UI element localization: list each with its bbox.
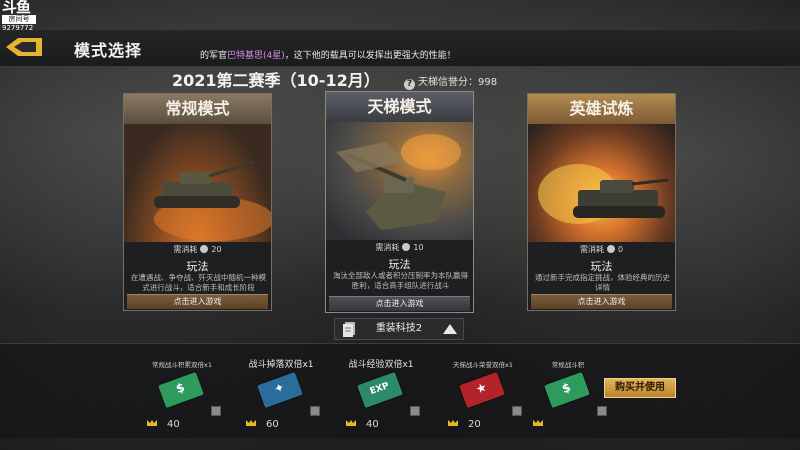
enter-game-button[interactable]: 点击进入游戏 [531, 294, 672, 309]
price-value: 60 [266, 419, 279, 430]
booster-item[interactable]: 战斗经验双倍x1 EXP 40 [326, 357, 436, 437]
ladder-score-label: 天梯信誉分：998 [418, 77, 498, 88]
mode-description: 淘汰全部敌人或者积分压制率为本队赢得胜利，适合高手组队进行战斗 [333, 271, 468, 290]
tank-artwork [124, 124, 271, 242]
money-ticket-icon: $ [544, 371, 590, 409]
booster-checkbox[interactable] [211, 406, 221, 416]
notice-highlight: 巴特基思(4星) [227, 51, 285, 61]
enter-game-button[interactable]: 点击进入游戏 [127, 294, 268, 309]
crown-icon [448, 420, 458, 426]
notice-prefix: 的军官 [200, 51, 228, 61]
stream-watermark: 斗鱼 房间号 9279772 [2, 0, 36, 33]
mode-cost: 需消耗 10 [326, 242, 473, 253]
mode-cost: 需消耗 0 [528, 244, 675, 255]
coin-icon [606, 245, 615, 253]
mode-description: 通过新手完成指定挑战，体验经典的历史详情 [535, 273, 670, 292]
play-label: 玩法 [388, 258, 411, 271]
mode-card-ladder[interactable]: 天梯模式 需消耗 10 玩法 淘汰全部敌人或者积分压制率为本队赢得胜利，适合高手组… [325, 91, 474, 313]
booster-name: 战斗掉落双倍x1 [248, 360, 314, 370]
booster-name: 常规战斗积累双倍x1 [152, 361, 212, 369]
cost-value: 10 [413, 243, 424, 252]
douyu-logo: 斗鱼 [2, 0, 31, 16]
room-badge: 房间号 [2, 15, 36, 24]
mode-name: 天梯模式 [326, 92, 473, 122]
tank-artwork [326, 122, 473, 240]
expand-up-icon [443, 324, 457, 334]
crown-icon [533, 420, 543, 426]
crown-icon [147, 420, 157, 426]
cost-label: 需消耗 [579, 245, 604, 254]
back-button[interactable] [4, 36, 44, 58]
coin-icon [200, 245, 209, 253]
booster-item[interactable]: 常规战斗积累双倍x1 $ 40 [127, 357, 237, 437]
exp-ticket-icon: EXP [357, 371, 403, 409]
booster-price: 60 [246, 419, 279, 430]
crown-icon [346, 420, 356, 426]
scrolling-notice: 的军官巴特基思(4星)，这下他的载具可以发挥出更强大的性能！ [200, 48, 456, 61]
buy-and-use-button[interactable]: 购买并使用 [604, 378, 676, 398]
back-arrow-icon [6, 38, 42, 56]
price-value: 20 [468, 419, 481, 430]
mode-card-hero-trial[interactable]: 英雄试炼 需消耗 0 玩法 通过新手完成指定挑战，体验经典的历史详情 点击进入游戏 [527, 93, 676, 311]
booster-checkbox[interactable] [597, 406, 607, 416]
mode-name: 英雄试炼 [528, 94, 675, 124]
ladder-score[interactable]: ? 天梯信誉分：998 [404, 73, 497, 90]
booster-name: 战斗经验双倍x1 [348, 360, 414, 370]
booster-name: 常规战斗积 [551, 361, 585, 369]
play-label: 玩法 [590, 260, 613, 273]
cost-value: 20 [211, 245, 222, 254]
help-icon[interactable]: ? [404, 79, 415, 90]
drop-ticket-icon: ✦ [257, 371, 303, 409]
booster-price: 40 [147, 419, 180, 430]
tech-selector[interactable]: 重装科技2 [334, 318, 464, 340]
crown-icon [246, 420, 256, 426]
page-title: 模式选择 [74, 41, 143, 60]
tank-artwork [528, 124, 675, 242]
booster-item[interactable]: 常规战斗积 $ [513, 357, 607, 437]
season-title: 2021第二赛季（10-12月） [172, 71, 380, 90]
cost-value: 0 [617, 245, 624, 254]
booster-checkbox[interactable] [310, 406, 320, 416]
booster-price [533, 419, 553, 430]
cost-label: 需消耗 [173, 245, 198, 254]
mode-description: 在遭遇战、争夺战、歼灭战中随机一种模式进行战斗，适合新手和成长阶段 [131, 273, 266, 292]
coin-icon [402, 243, 411, 251]
notice-suffix: ，这下他的载具可以发挥出更强大的性能！ [284, 51, 456, 61]
mode-cost: 需消耗 20 [124, 244, 271, 255]
cost-label: 需消耗 [375, 243, 400, 252]
price-value: 40 [167, 419, 180, 430]
booster-price: 20 [448, 419, 481, 430]
price-value: 40 [366, 419, 379, 430]
booster-item[interactable]: 战斗掉落双倍x1 ✦ 60 [226, 357, 336, 437]
mode-card-normal[interactable]: 常规模式 需消耗 20 玩法 在遭遇战、争夺战、歼灭战中随机一种模式进行战斗，适合… [123, 93, 272, 311]
enter-game-button[interactable]: 点击进入游戏 [329, 296, 470, 311]
booster-checkbox[interactable] [410, 406, 420, 416]
play-label: 玩法 [186, 260, 209, 273]
honor-ticket-icon: ★ [459, 371, 505, 409]
money-ticket-icon: $ [158, 371, 204, 409]
mode-name: 常规模式 [124, 94, 271, 124]
booster-price: 40 [346, 419, 379, 430]
